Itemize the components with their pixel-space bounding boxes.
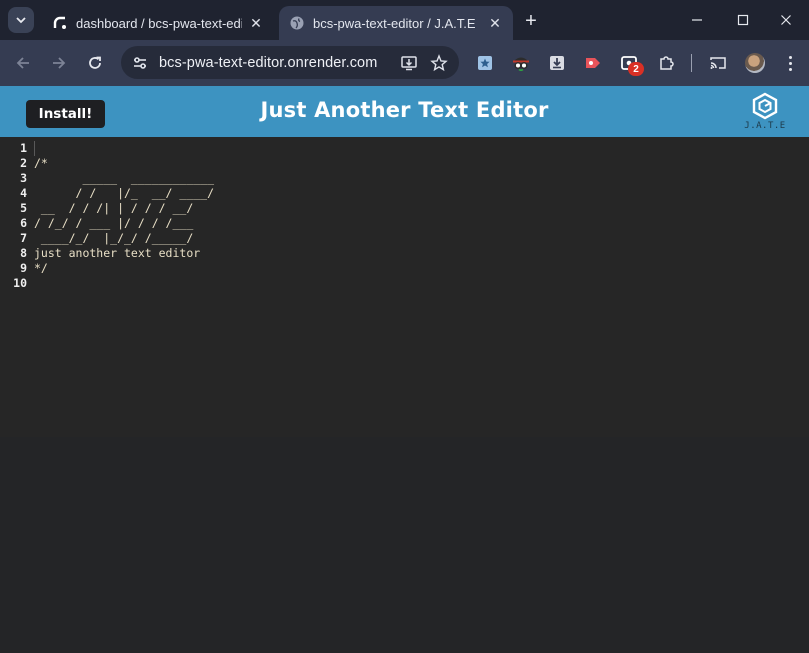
reload-icon[interactable] <box>81 49 109 77</box>
line-number: 3 <box>20 171 27 185</box>
maximize-icon[interactable] <box>720 0 766 40</box>
page-background <box>0 437 809 653</box>
line-number: 4 <box>20 186 27 200</box>
globe-icon <box>289 15 305 31</box>
close-tab-icon[interactable]: ✕ <box>487 15 503 31</box>
close-window-icon[interactable] <box>763 0 809 40</box>
address-bar[interactable]: bcs-pwa-text-editor.onrender.com <box>121 46 459 79</box>
back-arrow-icon[interactable] <box>9 49 37 77</box>
line-number: 2 <box>20 156 27 170</box>
code-line: __ / / /| | / / / __/ <box>34 201 194 215</box>
browser-toolbar: bcs-pwa-text-editor.onrender.com <box>0 40 809 86</box>
tab-jate[interactable]: bcs-pwa-text-editor / J.A.T.E ✕ <box>279 6 513 40</box>
line-number: 1 <box>20 141 27 155</box>
code-line: / / |/_ __/ ____/ <box>34 186 215 200</box>
code-line <box>34 141 804 156</box>
code-line: ____/_/ |_/_/ /_____/ <box>34 231 194 245</box>
tab-search-button[interactable] <box>8 7 34 33</box>
tab-strip: dashboard / bcs-pwa-text-editor ✕ bcs-pw… <box>0 0 809 40</box>
cast-icon[interactable] <box>707 52 729 74</box>
kebab-menu-icon[interactable] <box>780 53 800 73</box>
chevron-down-icon <box>16 17 26 24</box>
close-tab-icon[interactable]: ✕ <box>248 15 264 31</box>
app-header: Install! Just Another Text Editor J.A.T.… <box>0 86 809 137</box>
extension-bookmark-icon[interactable] <box>474 52 496 74</box>
extension-download-icon[interactable] <box>546 52 568 74</box>
code-editor[interactable]: 1 2 3 4 5 6 7 8 9 10 /* _____ __________… <box>0 137 809 437</box>
profile-avatar[interactable] <box>745 53 765 73</box>
code-line <box>34 276 804 291</box>
line-number: 8 <box>20 246 27 260</box>
code-content[interactable]: /* _____ ____________ / / |/_ __/ ____/ … <box>34 141 804 291</box>
render-logo-icon <box>52 15 68 31</box>
extension-spy-icon[interactable] <box>510 52 532 74</box>
tab-dashboard[interactable]: dashboard / bcs-pwa-text-editor ✕ <box>42 6 274 40</box>
code-line: */ <box>34 261 48 275</box>
code-line: _____ ____________ <box>34 171 215 185</box>
line-number: 9 <box>20 261 27 275</box>
tab-title: dashboard / bcs-pwa-text-editor <box>76 15 242 31</box>
code-line: / /_/ / ___ |/ / / /___ <box>34 216 194 230</box>
line-number: 6 <box>20 216 27 230</box>
extensions-puzzle-icon[interactable] <box>655 52 677 74</box>
minimize-icon[interactable] <box>674 0 720 40</box>
new-tab-button[interactable]: + <box>518 8 544 34</box>
line-number: 10 <box>13 276 27 290</box>
line-number-gutter: 1 2 3 4 5 6 7 8 9 10 <box>0 141 30 291</box>
install-app-icon[interactable] <box>397 51 421 75</box>
logo-caption: J.A.T.E <box>744 121 786 131</box>
code-line: just another text editor <box>34 246 201 260</box>
site-settings-icon[interactable] <box>129 52 151 74</box>
jate-logo: J.A.T.E <box>742 92 788 134</box>
line-number: 7 <box>20 231 27 245</box>
tab-title: bcs-pwa-text-editor / J.A.T.E <box>313 15 476 31</box>
bookmark-star-icon[interactable] <box>427 51 451 75</box>
code-line: /* <box>34 156 48 170</box>
hexagon-logo-icon <box>752 92 778 120</box>
forward-arrow-icon[interactable] <box>45 49 73 77</box>
url-text: bcs-pwa-text-editor.onrender.com <box>159 54 378 71</box>
extension-badge: 2 <box>628 62 644 76</box>
extension-video-icon[interactable] <box>582 52 604 74</box>
toolbar-divider <box>691 54 692 72</box>
page-title: Just Another Text Editor <box>260 98 549 122</box>
line-number: 5 <box>20 201 27 215</box>
